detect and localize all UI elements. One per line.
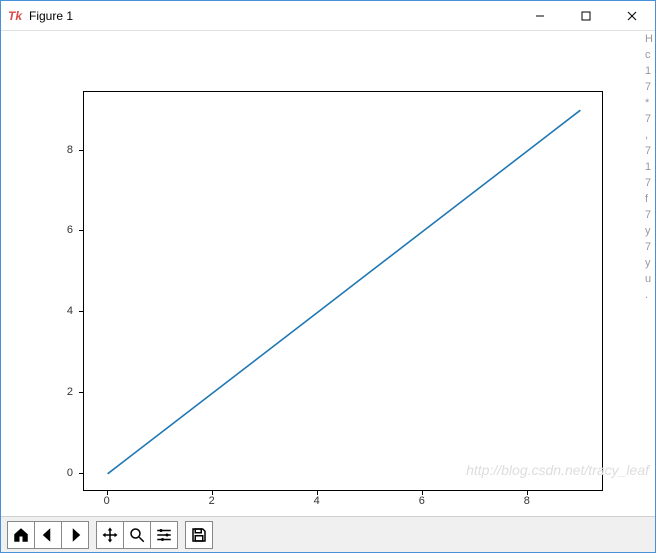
plot-canvas[interactable]: 0246802468 http://blog.csdn.net/tracy_le…: [1, 31, 655, 516]
ytick-label: 8: [67, 144, 73, 156]
xtick-label: 6: [419, 495, 425, 507]
titlebar: Tk Figure 1: [1, 1, 655, 31]
xtick-label: 8: [524, 495, 530, 507]
minimize-button[interactable]: [517, 1, 563, 31]
window-title: Figure 1: [29, 9, 73, 23]
cropped-right-text: Hc17*7,717f7y7yu.: [645, 31, 655, 303]
ytick-label: 4: [67, 305, 73, 317]
close-button[interactable]: [609, 1, 655, 31]
xtick-label: 2: [209, 495, 215, 507]
zoom-button[interactable]: [123, 521, 151, 549]
figure-window: Tk Figure 1 0246802468 http://blog.csdn.…: [0, 0, 656, 553]
ytick-label: 0: [67, 467, 73, 479]
nav-toolbar: [1, 516, 655, 552]
save-button[interactable]: [185, 521, 213, 549]
forward-button[interactable]: [61, 521, 89, 549]
back-button[interactable]: [34, 521, 62, 549]
line-plot: [84, 92, 604, 492]
tk-icon: Tk: [7, 8, 23, 24]
ytick-label: 6: [67, 224, 73, 236]
xtick-label: 0: [104, 495, 110, 507]
home-button[interactable]: [7, 521, 35, 549]
xtick-label: 4: [314, 495, 320, 507]
maximize-button[interactable]: [563, 1, 609, 31]
ytick-label: 2: [67, 386, 73, 398]
pan-button[interactable]: [96, 521, 124, 549]
configure-button[interactable]: [150, 521, 178, 549]
axes: [83, 91, 603, 491]
